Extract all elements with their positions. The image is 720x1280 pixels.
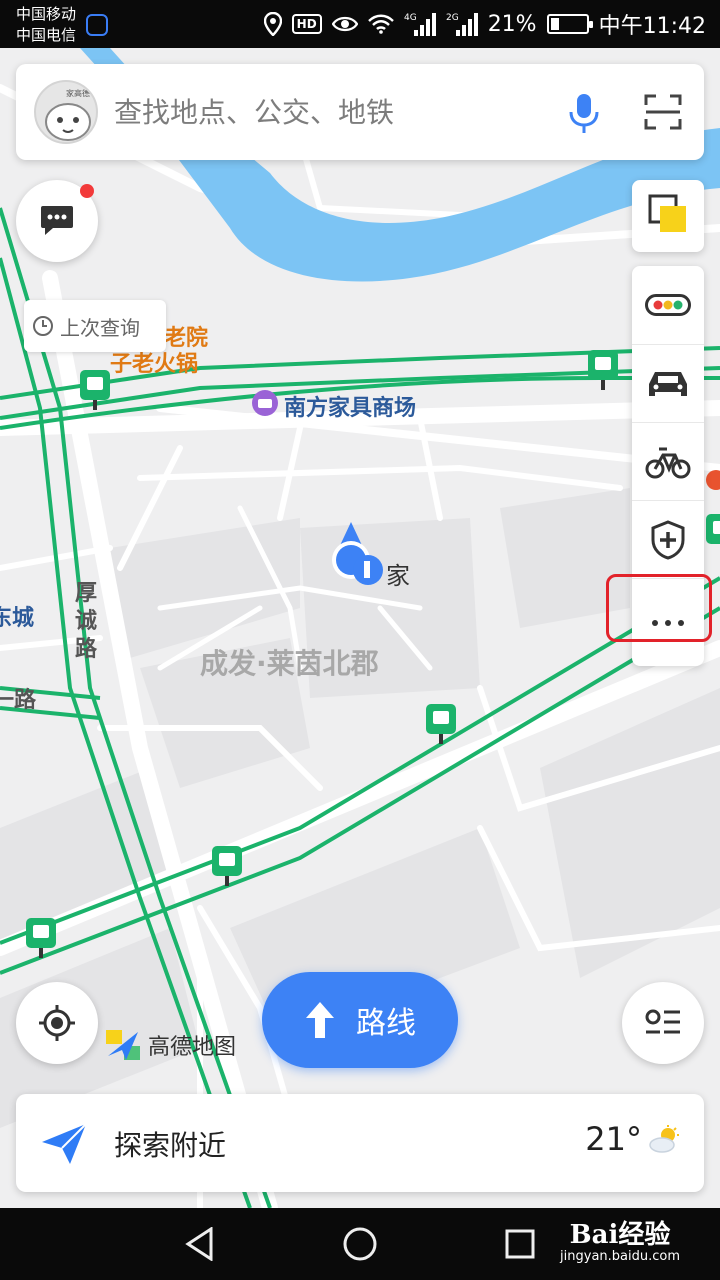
- home-circle-icon: [343, 1227, 377, 1261]
- bus-stop-icon: [706, 514, 720, 544]
- battery-icon: [546, 14, 593, 34]
- clock: 中午11:42: [598, 14, 706, 39]
- watermark-url: jingyan.baidu.com: [560, 1249, 680, 1264]
- highlight-box: [606, 574, 712, 642]
- area-label: 成发·莱茵北郡: [200, 647, 379, 680]
- bus-stop-icon: [588, 350, 618, 390]
- partly-cloudy-icon: [649, 1125, 679, 1153]
- explore-nearby-label: 探索附近: [114, 1129, 227, 1162]
- mall-poi-icon: [252, 390, 278, 416]
- location-icon: [263, 12, 282, 36]
- bicycle-icon: [645, 447, 691, 478]
- safety-button[interactable]: [632, 500, 704, 578]
- battery-fill: [550, 18, 559, 30]
- signal-1-label: 4G: [404, 13, 417, 23]
- carrier-2: 中国电信: [16, 26, 77, 44]
- map-view[interactable]: 老院 子老火锅 南方家具商场 家 成发·莱茵北郡 厚诚路 东城 一路 家高德 上…: [0, 48, 720, 1208]
- saved-list-button[interactable]: [622, 982, 704, 1064]
- notification-dot: [80, 184, 94, 198]
- last-query-label: 上次查询: [60, 315, 140, 340]
- scan-icon[interactable]: [644, 94, 682, 130]
- chat-bubble-icon: [41, 206, 73, 235]
- gas-poi-icon: [706, 470, 720, 490]
- sim-status-icon: [86, 14, 108, 36]
- hd-icon: HD: [291, 14, 322, 34]
- recents-square-icon: [505, 1229, 535, 1259]
- route-button[interactable]: 路线: [262, 972, 458, 1068]
- paper-plane-icon: [42, 1123, 87, 1164]
- user-avatar[interactable]: 家高德: [34, 80, 98, 144]
- taxi-button[interactable]: [632, 344, 704, 422]
- recents-button[interactable]: [500, 1226, 540, 1262]
- car-icon: [649, 371, 687, 396]
- back-button[interactable]: [180, 1226, 220, 1262]
- route-button-label: 路线: [356, 1006, 416, 1041]
- weather[interactable]: 21°: [585, 1120, 682, 1158]
- amap-logo-text: 高德地图: [148, 1035, 237, 1060]
- status-bar: 中国移动 中国电信 HD 4G 2G 21% 中午11:42: [0, 0, 720, 48]
- home-label[interactable]: 家: [386, 556, 410, 591]
- system-nav-bar: Bai经验 jingyan.baidu.com: [0, 1208, 720, 1280]
- eye-icon: [331, 15, 358, 33]
- wifi-icon: [367, 14, 394, 34]
- explore-nearby-bar[interactable]: 探索附近 21°: [16, 1094, 704, 1192]
- locate-button[interactable]: [16, 982, 98, 1064]
- layers-icon: [648, 194, 686, 232]
- watermark-brand: Bai经验: [569, 1220, 671, 1250]
- temperature: 21°: [585, 1120, 642, 1158]
- traffic-light-icon: [645, 294, 691, 316]
- back-triangle-icon: [185, 1227, 213, 1261]
- shield-plus-icon: [651, 519, 685, 560]
- signal-2-label: 2G: [446, 13, 459, 23]
- carrier-1: 中国移动: [16, 5, 77, 23]
- last-query-chip[interactable]: 上次查询: [24, 300, 166, 352]
- route-arrow-icon: [306, 1002, 334, 1038]
- battery-percent: 21%: [487, 11, 537, 37]
- road-label-houcheng: 厚诚路: [74, 581, 97, 662]
- signal-icon-1: 4G: [404, 12, 436, 36]
- avatar-caption: 家高德: [66, 89, 90, 98]
- layers-button[interactable]: [632, 180, 704, 252]
- list-icon: [645, 1009, 680, 1034]
- search-bar[interactable]: 家高德: [16, 64, 704, 160]
- signal-icon-2: 2G: [446, 12, 478, 36]
- search-input[interactable]: [114, 94, 534, 130]
- crosshair-icon: [39, 1005, 75, 1041]
- baidu-watermark: Bai经验 jingyan.baidu.com: [560, 1214, 680, 1264]
- message-button[interactable]: [16, 180, 98, 262]
- status-icons: HD 4G 2G 21% 中午11:42: [263, 8, 706, 40]
- road-label-yilu: 一路: [0, 688, 37, 713]
- microphone-icon[interactable]: [564, 92, 604, 136]
- bike-button[interactable]: [632, 422, 704, 500]
- road-label-dongcheng: 东城: [0, 606, 35, 631]
- traffic-button[interactable]: [632, 266, 704, 344]
- clock-icon: [33, 316, 53, 336]
- amap-logo: 高德地图: [104, 1026, 236, 1064]
- amap-logo-icon: [106, 1030, 140, 1060]
- poi-label-mall[interactable]: 南方家具商场: [284, 390, 416, 422]
- home-button[interactable]: [340, 1226, 380, 1262]
